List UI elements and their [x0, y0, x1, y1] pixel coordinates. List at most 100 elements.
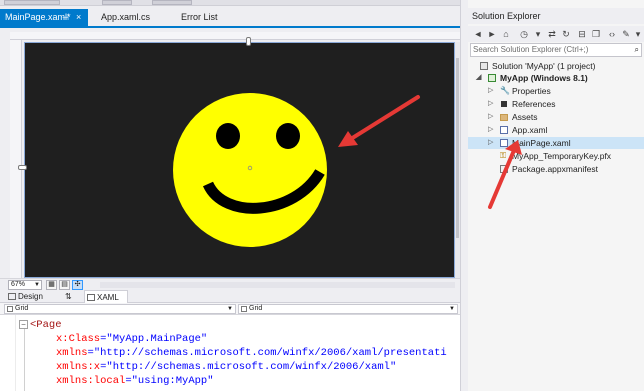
expanded-arrow-icon[interactable]: ◢	[476, 72, 481, 84]
tree-item-temporary-key[interactable]: ⚿ MyApp_TemporaryKey.pfx	[468, 150, 644, 162]
editor-gutter	[0, 315, 16, 391]
tab-design[interactable]: Design	[6, 290, 50, 303]
grid-toggle-button[interactable]: ▦	[46, 280, 57, 290]
key-icon: ⚿	[500, 151, 507, 160]
tree-item-label: MyApp_TemporaryKey.pfx	[512, 151, 612, 161]
properties-wrench-icon[interactable]: ✎	[620, 28, 632, 40]
design-xaml-tabs: Design ⇅ XAML	[0, 290, 460, 303]
designer-horizontal-scrollbar[interactable]	[100, 282, 455, 288]
chevron-down-icon: ▼	[34, 282, 40, 288]
ruler-top	[10, 32, 460, 40]
xaml-code-editor[interactable]: − <Page x:Class="MyApp.MainPage" xmlns="…	[0, 315, 460, 391]
csharp-project-icon	[488, 74, 496, 82]
collapsed-arrow-icon[interactable]: ▷	[488, 85, 493, 97]
view-code-icon[interactable]: ‹›	[606, 28, 618, 40]
xaml-value: "MyApp.MainPage"	[106, 333, 208, 345]
ruler-left	[10, 40, 22, 278]
selector-right-label: Grid	[249, 305, 263, 312]
chevron-down-icon[interactable]: ▾	[632, 28, 644, 40]
solution-config-dropdown[interactable]	[4, 0, 60, 5]
pin-icon[interactable]: ⊣	[62, 9, 69, 26]
xaml-icon	[87, 294, 95, 301]
tree-item-solution[interactable]: Solution 'MyApp' (1 project)	[468, 60, 644, 72]
collapse-icon[interactable]: −	[19, 320, 28, 329]
code-line-xmlns: xmlns="http://schemas.microsoft.com/winf…	[56, 347, 447, 359]
tab-xaml[interactable]: XAML	[84, 290, 128, 303]
element-selector-right[interactable]: Grid ▼	[238, 304, 458, 314]
tab-error-list[interactable]: Error List	[176, 9, 236, 26]
tab-label: Error List	[181, 12, 218, 22]
collapsed-arrow-icon[interactable]: ▷	[488, 98, 493, 110]
manifest-file-icon	[500, 165, 508, 173]
collapsed-arrow-icon[interactable]: ▷	[488, 111, 493, 123]
xaml-value: "http://schemas.microsoft.com/winfx/2006…	[106, 361, 397, 373]
close-icon[interactable]: ×	[76, 9, 81, 26]
swap-panes-icon[interactable]: ⇅	[65, 290, 72, 303]
tree-item-app-xaml[interactable]: ▷ App.xaml	[468, 124, 644, 136]
tree-item-project[interactable]: ◢ MyApp (Windows 8.1)	[468, 72, 644, 84]
sync-icon[interactable]: ⇄	[546, 28, 558, 40]
code-line-xmlns-local: xmlns:local="using:MyApp"	[56, 375, 214, 387]
search-placeholder: Search Solution Explorer (Ctrl+;)	[473, 45, 589, 54]
xaml-attribute: xmlns	[56, 347, 88, 359]
forward-icon[interactable]: ►	[486, 28, 498, 40]
tab-app-xaml-cs[interactable]: App.xaml.cs	[96, 9, 166, 26]
tree-item-assets[interactable]: ▷ Assets	[468, 111, 644, 123]
visual-studio-window: MainPage.xaml* ⊣ × App.xaml.cs Error Lis…	[0, 0, 644, 391]
wrench-icon: 🔧	[500, 86, 510, 95]
collapsed-arrow-icon[interactable]: ▷	[488, 124, 493, 136]
document-tab-strip: MainPage.xaml* ⊣ × App.xaml.cs Error Lis…	[0, 6, 460, 26]
tree-item-references[interactable]: ▷ References	[468, 98, 644, 110]
smiley-left-eye	[216, 123, 240, 149]
tree-item-label: Properties	[512, 86, 551, 96]
zoom-value: 67%	[11, 281, 26, 288]
collapsed-arrow-icon[interactable]: ▷	[488, 137, 493, 149]
toolbar-buttons[interactable]	[152, 0, 192, 5]
collapse-all-icon[interactable]: ⊟	[576, 28, 588, 40]
selector-left-label: Grid	[15, 305, 29, 312]
search-icon[interactable]: ⌕	[635, 44, 639, 56]
smiley-right-eye	[276, 123, 300, 149]
tree-item-properties[interactable]: ▷ 🔧 Properties	[468, 85, 644, 97]
references-icon	[501, 101, 507, 107]
solution-explorer-title: Solution Explorer	[468, 8, 644, 24]
chevron-down-icon[interactable]: ▾	[532, 28, 544, 40]
tab-label: MainPage.xaml*	[5, 12, 71, 22]
tree-item-package-manifest[interactable]: Package.appxmanifest	[468, 163, 644, 175]
solution-explorer-search-input[interactable]: Search Solution Explorer (Ctrl+;) ⌕	[470, 43, 642, 57]
show-all-files-icon[interactable]: ❐	[590, 28, 602, 40]
tab-label: App.xaml.cs	[101, 12, 151, 22]
tab-design-label: Design	[18, 292, 43, 301]
smiley-face[interactable]	[172, 92, 328, 248]
solution-explorer-toolbar: ◄ ► ⌂ ◷ ▾ ⇄ ↻ ⊟ ❐ ‹› ✎ ▾	[468, 26, 644, 42]
resize-handle-top[interactable]	[246, 37, 251, 46]
home-icon[interactable]: ⌂	[500, 28, 512, 40]
tab-mainpage-xaml[interactable]: MainPage.xaml* ⊣ ×	[0, 9, 88, 26]
element-selector-bar: Grid ▼ Grid ▼	[0, 303, 460, 315]
tree-item-mainpage-xaml[interactable]: ▷ MainPage.xaml	[468, 137, 644, 149]
design-icon	[8, 293, 16, 300]
tree-item-label: MyApp (Windows 8.1)	[500, 73, 588, 83]
fold-guide	[24, 327, 25, 391]
panel-splitter[interactable]	[460, 0, 468, 391]
back-icon[interactable]: ◄	[472, 28, 484, 40]
snap-grid-button[interactable]: ▤	[59, 280, 70, 290]
refresh-icon[interactable]: ↻	[560, 28, 572, 40]
code-line-xmlns-x: xmlns:x="http://schemas.microsoft.com/wi…	[56, 361, 397, 373]
snap-lines-button[interactable]: ✣	[72, 280, 83, 290]
code-line-class: x:Class="MyApp.MainPage"	[56, 333, 208, 345]
resize-handle-left[interactable]	[18, 165, 27, 170]
tree-item-label: References	[512, 99, 556, 109]
xaml-attribute: x:Class	[56, 333, 101, 345]
designer-status-bar: 67% ▼ ▦ ▤ ✣	[0, 278, 460, 290]
element-selector-left[interactable]: Grid ▼	[4, 304, 236, 314]
debug-dropdown[interactable]	[102, 0, 132, 5]
grid-element-icon	[7, 306, 13, 312]
chevron-down-icon: ▼	[227, 306, 233, 312]
chevron-down-icon: ▼	[449, 306, 455, 312]
designer-scroll-thumb[interactable]	[456, 58, 459, 238]
tab-xaml-label: XAML	[97, 293, 119, 302]
tree-item-label: Package.appxmanifest	[512, 164, 598, 174]
zoom-dropdown[interactable]: 67% ▼	[8, 280, 42, 290]
pending-changes-icon[interactable]: ◷	[518, 28, 530, 40]
